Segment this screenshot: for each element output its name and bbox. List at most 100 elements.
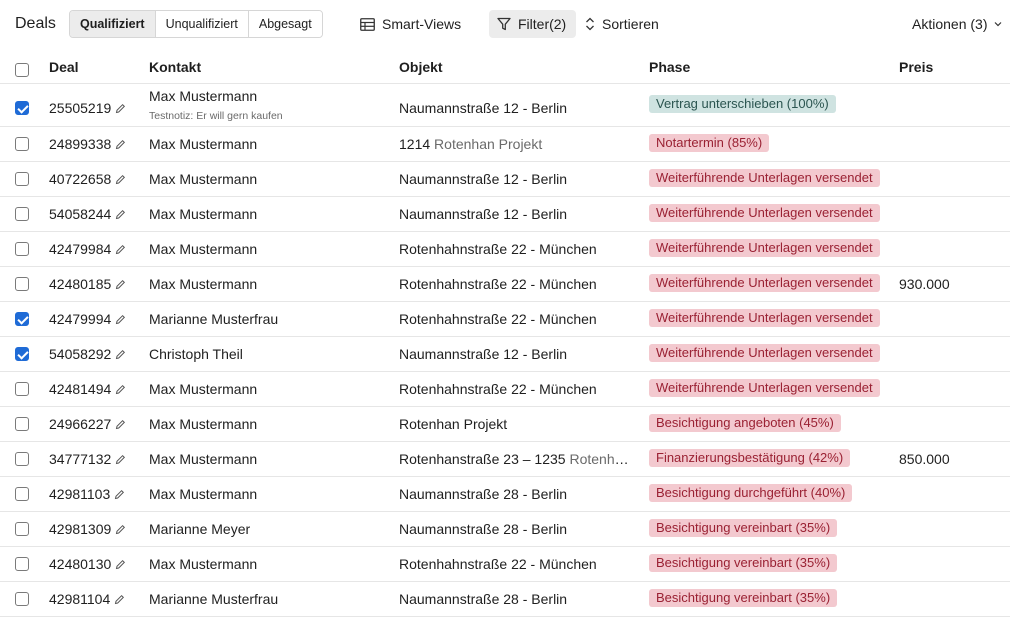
contact-name[interactable]: Max Mustermann <box>149 451 257 467</box>
contact-name[interactable]: Max Mustermann <box>149 171 257 187</box>
pencil-icon[interactable] <box>115 349 126 360</box>
row-checkbox[interactable] <box>15 242 29 256</box>
object-cell[interactable]: Naumannstraße 12 - Berlin <box>399 100 631 116</box>
phase-badge[interactable]: Finanzierungsbestätigung (42%) <box>649 449 851 467</box>
contact-name[interactable]: Max Mustermann <box>149 136 257 152</box>
deal-id-cell[interactable]: 25505219 <box>49 100 126 116</box>
row-checkbox[interactable] <box>15 101 29 115</box>
table-row[interactable]: 42981103 Max Mustermann Naumannstraße 28 -… <box>0 477 1010 512</box>
deal-id-cell[interactable]: 42981309 <box>49 521 126 537</box>
phase-badge[interactable]: Weiterführende Unterlagen versendet <box>649 274 880 292</box>
contact-name[interactable]: Max Mustermann <box>149 416 257 432</box>
deal-id-cell[interactable]: 34777132 <box>49 451 126 467</box>
contact-name[interactable]: Max Mustermann <box>149 556 257 572</box>
table-row[interactable]: 25505219 Max Mustermann Testnotiz: Er will… <box>0 84 1010 127</box>
filter-button[interactable]: Filter(2) <box>489 10 576 38</box>
object-cell[interactable]: Rotenhan Projekt <box>399 416 631 432</box>
pencil-icon[interactable] <box>115 454 126 465</box>
object-cell[interactable]: Rotenhahnstraße 22 - München <box>399 556 631 572</box>
pencil-icon[interactable] <box>115 139 126 150</box>
pencil-icon[interactable] <box>114 594 125 605</box>
table-row[interactable]: 42480185 Max Mustermann Rotenhahnstraße 22… <box>0 267 1010 302</box>
deal-id-cell[interactable]: 40722658 <box>49 171 126 187</box>
pencil-icon[interactable] <box>114 489 125 500</box>
table-row[interactable]: 42480130 Max Mustermann Rotenhahnstraße 22… <box>0 547 1010 582</box>
phase-badge[interactable]: Weiterführende Unterlagen versendet <box>649 344 880 362</box>
table-row[interactable]: 42479994 Marianne Musterfrau Rotenhahnstra… <box>0 302 1010 337</box>
deal-id-cell[interactable]: 42479994 <box>49 311 126 327</box>
deal-id-cell[interactable]: 54058292 <box>49 346 126 362</box>
table-row[interactable]: 40722658 Max Mustermann Naumannstraße 12 -… <box>0 162 1010 197</box>
object-cell[interactable]: Rotenhanstraße 23 – 1235 Rotenhan Projek… <box>399 451 631 467</box>
phase-badge[interactable]: Besichtigung durchgeführt (40%) <box>649 484 853 502</box>
contact-name[interactable]: Max Mustermann <box>149 241 257 257</box>
object-cell[interactable]: 1214 Rotenhan Projekt <box>399 136 631 152</box>
pencil-icon[interactable] <box>115 559 126 570</box>
row-checkbox[interactable] <box>15 382 29 396</box>
phase-badge[interactable]: Weiterführende Unterlagen versendet <box>649 239 880 257</box>
row-checkbox[interactable] <box>15 277 29 291</box>
deal-id-cell[interactable]: 24966227 <box>49 416 126 432</box>
table-row[interactable]: 42481494 Max Mustermann Rotenhahnstraße 22… <box>0 372 1010 407</box>
table-row[interactable]: 24966227 Max Mustermann Rotenhan Projekt Be… <box>0 407 1010 442</box>
object-cell[interactable]: Naumannstraße 28 - Berlin <box>399 521 631 537</box>
pencil-icon[interactable] <box>115 103 126 114</box>
contact-name[interactable]: Marianne Musterfrau <box>149 591 278 607</box>
actions-dropdown[interactable]: Aktionen (3) <box>912 10 1002 38</box>
deal-id-cell[interactable]: 54058244 <box>49 206 126 222</box>
phase-badge[interactable]: Weiterführende Unterlagen versendet <box>649 204 880 222</box>
object-cell[interactable]: Rotenhahnstraße 22 - München <box>399 241 631 257</box>
object-cell[interactable]: Rotenhahnstraße 22 - München <box>399 276 631 292</box>
object-cell[interactable]: Rotenhahnstraße 22 - München <box>399 381 631 397</box>
deal-id-cell[interactable]: 42480130 <box>49 556 126 572</box>
pencil-icon[interactable] <box>115 244 126 255</box>
contact-name[interactable]: Marianne Musterfrau <box>149 311 278 327</box>
object-cell[interactable]: Naumannstraße 12 - Berlin <box>399 171 631 187</box>
phase-badge[interactable]: Weiterführende Unterlagen versendet <box>649 169 880 187</box>
table-row[interactable]: 34777132 Max Mustermann Rotenhanstraße 23 … <box>0 442 1010 477</box>
row-checkbox[interactable] <box>15 172 29 186</box>
phase-badge[interactable]: Besichtigung angeboten (45%) <box>649 414 841 432</box>
segment-qualifiziert[interactable]: Qualifiziert <box>70 11 156 37</box>
pencil-icon[interactable] <box>115 314 126 325</box>
object-cell[interactable]: Naumannstraße 28 - Berlin <box>399 486 631 502</box>
sort-button[interactable]: Sortieren <box>585 10 659 38</box>
contact-name[interactable]: Marianne Meyer <box>149 521 250 537</box>
pencil-icon[interactable] <box>115 174 126 185</box>
contact-name[interactable]: Max Mustermann <box>149 88 257 104</box>
column-header-phase[interactable]: Phase <box>649 59 690 75</box>
row-checkbox[interactable] <box>15 592 29 606</box>
phase-badge[interactable]: Besichtigung vereinbart (35%) <box>649 589 838 607</box>
column-header-objekt[interactable]: Objekt <box>399 59 443 75</box>
pencil-icon[interactable] <box>115 279 126 290</box>
deal-id-cell[interactable]: 42480185 <box>49 276 126 292</box>
contact-name[interactable]: Max Mustermann <box>149 381 257 397</box>
phase-badge[interactable]: Vertrag unterschieben (100%) <box>649 95 836 113</box>
smart-views-button[interactable]: Smart-Views <box>360 10 461 38</box>
object-cell[interactable]: Rotenhahnstraße 22 - München <box>399 311 631 327</box>
select-all-checkbox[interactable] <box>15 63 29 77</box>
row-checkbox[interactable] <box>15 312 29 326</box>
object-cell[interactable]: Naumannstraße 12 - Berlin <box>399 206 631 222</box>
table-row[interactable]: 42479984 Max Mustermann Rotenhahnstraße 22… <box>0 232 1010 267</box>
phase-badge[interactable]: Besichtigung vereinbart (35%) <box>649 519 838 537</box>
row-checkbox[interactable] <box>15 207 29 221</box>
phase-badge[interactable]: Weiterführende Unterlagen versendet <box>649 309 880 327</box>
phase-badge[interactable]: Besichtigung vereinbart (35%) <box>649 554 838 572</box>
phase-badge[interactable]: Notartermin (85%) <box>649 134 770 152</box>
deal-id-cell[interactable]: 42479984 <box>49 241 126 257</box>
row-checkbox[interactable] <box>15 347 29 361</box>
contact-name[interactable]: Max Mustermann <box>149 276 257 292</box>
object-cell[interactable]: Naumannstraße 28 - Berlin <box>399 591 631 607</box>
row-checkbox[interactable] <box>15 452 29 466</box>
segment-unqualifiziert[interactable]: Unqualifiziert <box>155 11 249 37</box>
segment-abgesagt[interactable]: Abgesagt <box>248 11 322 37</box>
pencil-icon[interactable] <box>115 209 126 220</box>
contact-name[interactable]: Max Mustermann <box>149 206 257 222</box>
contact-name[interactable]: Christoph Theil <box>149 346 243 362</box>
pencil-icon[interactable] <box>115 384 126 395</box>
deal-id-cell[interactable]: 42981104 <box>49 591 125 607</box>
column-header-deal[interactable]: Deal <box>49 59 79 75</box>
table-row[interactable]: 54058244 Max Mustermann Naumannstraße 12 -… <box>0 197 1010 232</box>
table-row[interactable]: 42981104 Marianne Musterfrau Naumannstraße… <box>0 582 1010 617</box>
